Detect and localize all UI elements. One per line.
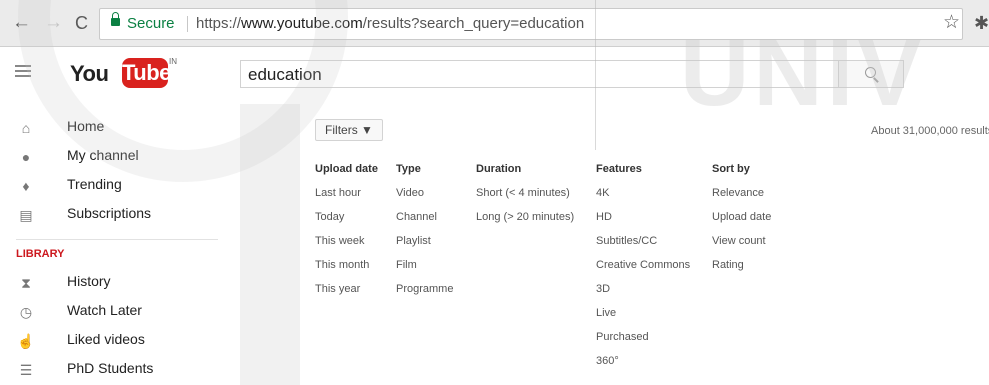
filter-option[interactable]: 360° — [596, 355, 690, 379]
url-text: https://www.youtube.com/results?search_q… — [196, 9, 584, 39]
history-icon: ⧗ — [21, 275, 31, 291]
sidebar-item-liked-videos[interactable]: ☝ Liked videos — [0, 327, 240, 355]
sidebar-item-label: Subscriptions — [67, 205, 152, 221]
youtube-header: You Tube IN education — [0, 47, 989, 103]
sidebar: ⌂ Home ● My channel ♦ Trending ▤ Subscri… — [0, 104, 240, 385]
watch-later-icon: ◷ — [19, 304, 33, 320]
filter-column-upload-date: Upload date Last hour Today This week Th… — [315, 163, 378, 307]
filter-heading: Sort by — [712, 163, 750, 175]
url-domain: www.youtube.com — [241, 15, 363, 32]
reload-icon[interactable]: C — [75, 12, 88, 34]
filter-option[interactable]: This month — [315, 259, 378, 283]
sidebar-item-watch-later[interactable]: ◷ Watch Later — [0, 298, 240, 326]
filter-option[interactable]: View count — [712, 235, 771, 259]
playlist-icon: ☰ — [19, 362, 33, 378]
results-count: About 31,000,000 results — [871, 125, 989, 137]
back-arrow-icon[interactable]: ← — [12, 12, 31, 34]
url-separator — [187, 16, 188, 32]
trending-icon: ♦ — [22, 178, 30, 194]
filter-option[interactable]: Programme — [396, 283, 453, 307]
library-heading: LIBRARY — [16, 248, 65, 260]
filter-option[interactable]: Upload date — [712, 211, 771, 235]
filter-option[interactable]: Rating — [712, 259, 771, 283]
filter-heading: Upload date — [315, 163, 378, 175]
filter-column-duration: Duration Short (< 4 minutes) Long (> 20 … — [476, 163, 574, 235]
filter-option[interactable]: Live — [596, 307, 690, 331]
sidebar-item-my-channel[interactable]: ● My channel — [0, 143, 240, 171]
channel-icon: ● — [21, 149, 31, 165]
filter-heading: Features — [596, 163, 642, 175]
filter-option[interactable]: Subtitles/CC — [596, 235, 690, 259]
filter-option[interactable]: Creative Commons — [596, 259, 690, 283]
filter-option[interactable]: Purchased — [596, 331, 690, 355]
filter-heading: Type — [396, 163, 421, 175]
sidebar-item-label: My channel — [67, 147, 139, 163]
liked-icon: ☝ — [17, 333, 35, 349]
sidebar-item-label: Watch Later — [67, 302, 142, 318]
logo-region-code: IN — [169, 57, 177, 66]
filter-option[interactable]: Today — [315, 211, 378, 235]
filters-button[interactable]: Filters ▼ — [315, 119, 383, 141]
search-input[interactable]: education — [240, 60, 838, 88]
filter-option[interactable]: This year — [315, 283, 378, 307]
forward-arrow-icon[interactable]: → — [44, 12, 63, 34]
hamburger-menu-icon[interactable] — [15, 65, 31, 80]
filter-option[interactable]: 4K — [596, 187, 690, 211]
filter-option[interactable]: This week — [315, 235, 378, 259]
filter-option[interactable]: Long (> 20 minutes) — [476, 211, 574, 235]
filter-option[interactable]: Relevance — [712, 187, 771, 211]
lock-icon — [111, 12, 120, 26]
sidebar-divider — [16, 239, 218, 240]
home-icon: ⌂ — [21, 120, 31, 136]
sidebar-item-label: PhD Students — [67, 360, 154, 376]
sidebar-item-label: Trending — [67, 176, 122, 192]
filter-option[interactable]: Playlist — [396, 235, 453, 259]
filter-option[interactable]: HD — [596, 211, 690, 235]
sidebar-item-label: Liked videos — [67, 331, 145, 347]
filter-option[interactable]: Short (< 4 minutes) — [476, 187, 574, 211]
filter-column-type: Type Video Channel Playlist Film Program… — [396, 163, 453, 307]
filter-option[interactable]: Last hour — [315, 187, 378, 211]
filter-option[interactable]: 3D — [596, 283, 690, 307]
sidebar-item-home[interactable]: ⌂ Home — [0, 114, 240, 142]
sidebar-item-trending[interactable]: ♦ Trending — [0, 172, 240, 200]
filter-option[interactable]: Channel — [396, 211, 453, 235]
sidebar-item-phd-students[interactable]: ☰ PhD Students — [0, 356, 240, 384]
browser-toolbar: ← → C Secure https://www.youtube.com/res… — [0, 0, 989, 47]
bookmark-star-icon[interactable]: ☆ — [943, 12, 960, 34]
subscriptions-icon: ▤ — [19, 207, 33, 223]
filter-option[interactable]: Video — [396, 187, 453, 211]
logo-you-text: You — [70, 61, 109, 86]
search-button[interactable] — [838, 60, 904, 88]
filter-column-features: Features 4K HD Subtitles/CC Creative Com… — [596, 163, 690, 379]
secure-label: Secure — [127, 15, 175, 32]
sidebar-item-history[interactable]: ⧗ History — [0, 269, 240, 297]
sidebar-item-label: Home — [67, 118, 105, 134]
filter-column-sort-by: Sort by Relevance Upload date View count… — [712, 163, 771, 283]
address-bar[interactable]: Secure https://www.youtube.com/results?s… — [99, 8, 963, 40]
url-path: /results?search_query=education — [362, 15, 585, 32]
url-scheme: https:// — [196, 15, 242, 32]
extension-icon[interactable]: ✱ — [974, 12, 989, 34]
filter-heading: Duration — [476, 163, 522, 175]
logo-tube-text: Tube — [122, 58, 171, 88]
sidebar-item-subscriptions[interactable]: ▤ Subscriptions — [0, 201, 240, 229]
filter-option[interactable]: Film — [396, 259, 453, 283]
sidebar-item-label: History — [67, 273, 111, 289]
